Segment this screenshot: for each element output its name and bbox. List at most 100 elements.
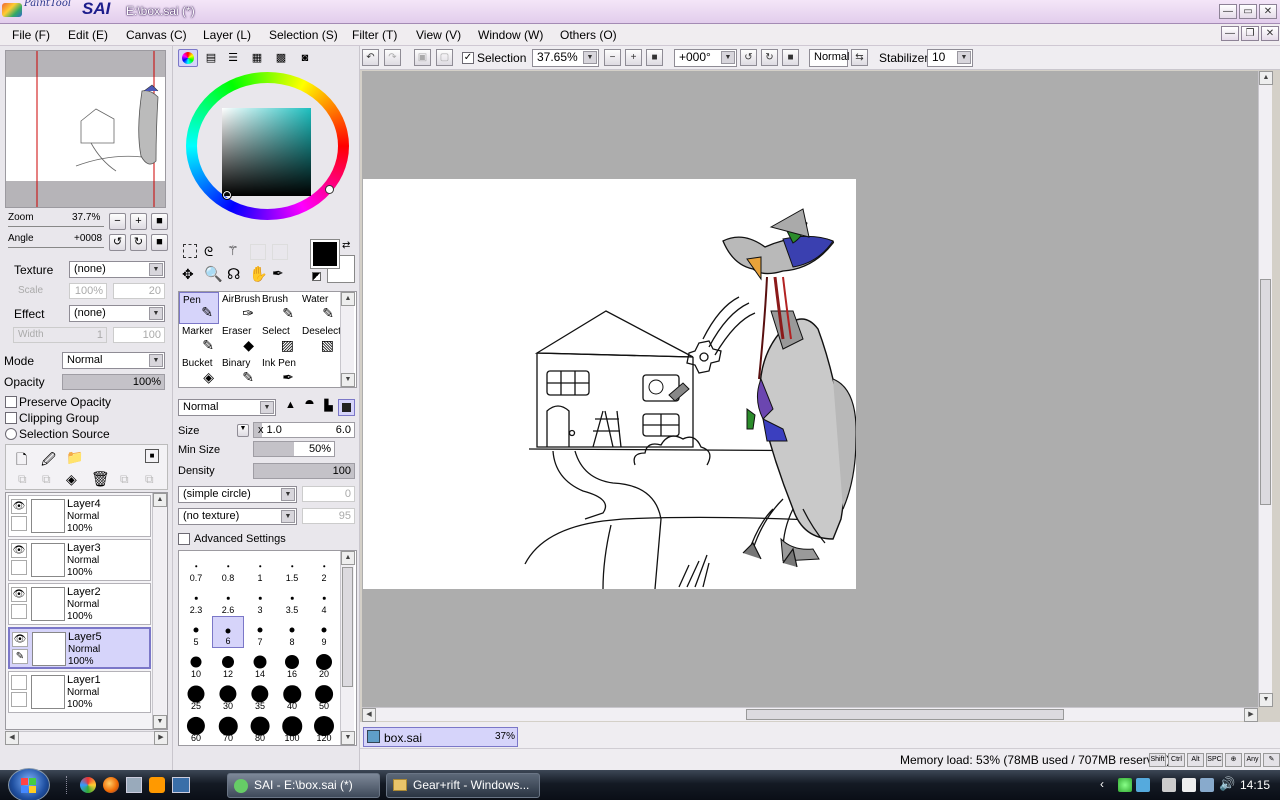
brush-size-16[interactable]: 16: [276, 648, 308, 680]
hscroll-left-arrow[interactable]: ◀: [5, 731, 19, 745]
nav-rotate-left-button[interactable]: ↺: [109, 234, 126, 251]
brush-size-3[interactable]: 3: [244, 584, 276, 616]
lock-slot-icon[interactable]: [11, 692, 27, 707]
tool-scroll-up[interactable]: ▲: [341, 292, 355, 306]
drawing-canvas[interactable]: [363, 179, 856, 589]
nav-zoom-reset-button[interactable]: ■: [151, 213, 168, 230]
brush-size-100[interactable]: 100: [276, 712, 308, 744]
visibility-eye-icon[interactable]: [11, 675, 27, 690]
tray-app-icon-3[interactable]: [1162, 778, 1176, 792]
scroll-up-arrow[interactable]: ▲: [153, 493, 167, 507]
nav-zoom-out-button[interactable]: −: [109, 213, 126, 230]
nav-rotate-right-button[interactable]: ↻: [130, 234, 147, 251]
brush-size-5[interactable]: 5: [180, 616, 212, 648]
lasso-icon[interactable]: ᘓ: [204, 244, 213, 260]
brush-size-3.5[interactable]: 3.5: [276, 584, 308, 616]
canvas-viewport[interactable]: [362, 71, 1258, 707]
chrome-icon[interactable]: [80, 777, 96, 793]
tray-power-icon[interactable]: [1182, 778, 1196, 792]
tray-volume-icon[interactable]: 🔊: [1219, 776, 1235, 792]
size-range-button[interactable]: ▼: [237, 424, 249, 437]
layer-row-layer5[interactable]: 👁 ✎ Layer5 Normal 100%: [8, 627, 151, 669]
rotate-icon[interactable]: ☊: [227, 265, 240, 283]
swap-colors-icon[interactable]: ⇄: [342, 240, 350, 251]
tool-marker[interactable]: Marker ✎: [179, 324, 219, 356]
tool-binary[interactable]: Binary ✎: [219, 356, 259, 388]
menu-canvas[interactable]: Canvas (C): [126, 28, 187, 42]
tool-ink-pen[interactable]: Ink Pen ✒: [259, 356, 299, 388]
canvas-scroll-up[interactable]: ▲: [1259, 71, 1273, 85]
brush-size-7[interactable]: 7: [244, 616, 276, 648]
canvas-vscroll-thumb[interactable]: [1260, 279, 1271, 505]
brush-size-25[interactable]: 25: [180, 680, 212, 712]
brush-size-scrollbar[interactable]: ▲ ▼: [340, 551, 355, 745]
canvas-hscrollbar[interactable]: ◀ ▶: [362, 707, 1258, 722]
eyedropper-icon[interactable]: ✒: [272, 265, 284, 282]
menu-filter[interactable]: Filter (T): [352, 28, 397, 42]
edit-pen-icon[interactable]: ✎: [12, 649, 28, 664]
brush-size-80[interactable]: 80: [244, 712, 276, 744]
menu-others[interactable]: Others (O): [560, 28, 617, 42]
density-slider[interactable]: 100: [253, 463, 355, 479]
color-palette-tab[interactable]: ▦: [248, 51, 266, 65]
brush-size-14[interactable]: 14: [244, 648, 276, 680]
canvas-scroll-right[interactable]: ▶: [1244, 708, 1258, 722]
brush-size-35[interactable]: 35: [244, 680, 276, 712]
brush-texture-select[interactable]: (no texture) ▼: [178, 508, 297, 525]
scroll-down-arrow[interactable]: ▼: [153, 715, 167, 729]
hscroll-right-arrow[interactable]: ▶: [154, 731, 168, 745]
canvas-scroll-left[interactable]: ◀: [362, 708, 376, 722]
brush-size-1[interactable]: 1: [244, 552, 276, 584]
delete-layer-icon[interactable]: 🗑: [91, 470, 110, 488]
reset-colors-icon[interactable]: [312, 272, 321, 281]
size-scroll-thumb[interactable]: [342, 567, 353, 687]
menu-edit[interactable]: Edit (E): [68, 28, 108, 42]
maximize-button[interactable]: ▭: [1239, 4, 1257, 19]
deselect-button[interactable]: ▣: [414, 49, 431, 66]
menu-view[interactable]: View (V): [416, 28, 461, 42]
invert-selection-button[interactable]: ▢: [436, 49, 453, 66]
advanced-settings-checkbox[interactable]: [178, 533, 190, 545]
taskbar-app-sai[interactable]: SAI - E:\box.sai (*): [227, 773, 380, 798]
nav-zoom-in-button[interactable]: +: [130, 213, 147, 230]
brush-size-2.6[interactable]: 2.6: [212, 584, 244, 616]
move-icon[interactable]: ✥: [182, 266, 194, 283]
zoom-in-button[interactable]: +: [625, 49, 642, 66]
hand-icon[interactable]: ✋: [249, 265, 268, 283]
lock-slot-icon[interactable]: [11, 604, 27, 619]
menu-selection[interactable]: Selection (S): [269, 28, 338, 42]
tool-airbrush[interactable]: AirBrush ✑: [219, 292, 260, 324]
layer-list-scrollbar[interactable]: ▲ ▼: [152, 493, 167, 729]
brush-size-12[interactable]: 12: [212, 648, 244, 680]
brush-size-1.5[interactable]: 1.5: [276, 552, 308, 584]
color-wheel[interactable]: [186, 72, 349, 220]
tool-eraser[interactable]: Eraser ◆: [219, 324, 259, 356]
tray-network-icon[interactable]: [1200, 778, 1214, 792]
new-linework-layer-icon[interactable]: 🖉: [41, 449, 56, 473]
clear-layer-icon[interactable]: ◈: [66, 471, 77, 488]
doc-minimize-button[interactable]: —: [1221, 26, 1239, 41]
brush-edge-hard-icon[interactable]: ▲: [282, 399, 299, 416]
lock-slot-icon[interactable]: [11, 516, 27, 531]
tool-deselect[interactable]: Deselect ▧: [299, 324, 341, 356]
brush-edge-medium-icon[interactable]: ⯊: [301, 399, 318, 416]
layer-list-hscrollbar[interactable]: ◀ ▶: [5, 731, 168, 745]
brush-size-60[interactable]: 60: [180, 712, 212, 744]
swatches-tab[interactable]: ▩: [272, 51, 290, 65]
brush-size-9[interactable]: 9: [308, 616, 340, 648]
stabilizer-select[interactable]: 10 ▼: [927, 49, 973, 67]
visibility-eye-icon[interactable]: 👁: [11, 587, 27, 602]
rect-select-icon[interactable]: [183, 244, 197, 258]
tool-scroll-down[interactable]: ▼: [341, 373, 355, 387]
redo-button[interactable]: ↷: [384, 49, 401, 66]
tool-brush[interactable]: Brush ✎: [259, 292, 299, 324]
size-scroll-up[interactable]: ▲: [341, 551, 355, 565]
brush-size-0.7[interactable]: 0.7: [180, 552, 212, 584]
firefox-icon[interactable]: [103, 777, 119, 793]
layer-row-layer2[interactable]: 👁 Layer2 Normal 100%: [8, 583, 151, 625]
document-tab-box[interactable]: box.sai 37%: [363, 727, 518, 747]
tool-select[interactable]: Select ▨: [259, 324, 299, 356]
brush-blend-select[interactable]: Normal ▼: [178, 399, 276, 416]
brush-size-30[interactable]: 30: [212, 680, 244, 712]
tray-app-icon-1[interactable]: [1118, 778, 1132, 792]
